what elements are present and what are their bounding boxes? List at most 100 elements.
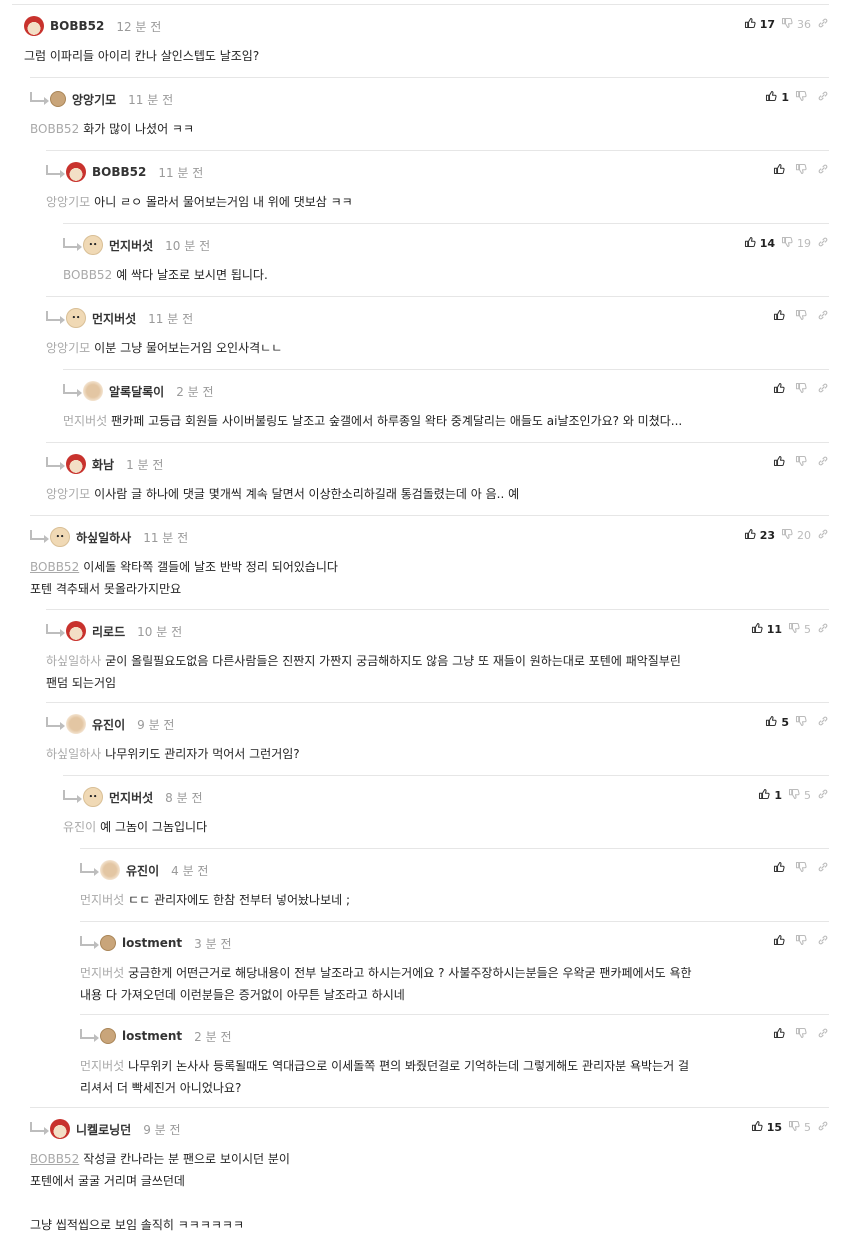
upvote-button[interactable] — [773, 1027, 789, 1042]
upvote-button[interactable]: 17 — [744, 17, 775, 32]
author-nickname[interactable]: BOBB52 — [92, 165, 146, 179]
upvote-button[interactable] — [773, 861, 789, 876]
mention-link[interactable]: 유진이 — [63, 820, 96, 834]
author-nickname[interactable]: 니켈로닝던 — [76, 1121, 131, 1138]
thumbs-up-icon — [773, 309, 785, 324]
author-nickname[interactable]: 먼지버섯 — [109, 237, 153, 254]
mention-link[interactable]: 하싶일하사 — [46, 654, 101, 668]
mention-link[interactable]: 먼지버섯 — [63, 414, 107, 428]
thumbs-up-icon — [744, 17, 756, 32]
comment-item: 하싶일하사 11 분 전 23 20 BOBB52 이세돌 왁타쪽 갤들에 날조 반박 정… — [30, 515, 829, 600]
downvote-button[interactable] — [795, 382, 811, 397]
avatar[interactable] — [83, 235, 103, 255]
link-icon[interactable] — [817, 715, 829, 730]
upvote-button[interactable]: 1 — [758, 788, 782, 803]
avatar[interactable] — [83, 381, 103, 401]
link-icon[interactable] — [817, 163, 829, 178]
link-icon[interactable] — [817, 1120, 829, 1135]
upvote-button[interactable]: 23 — [744, 528, 775, 543]
downvote-button[interactable]: 19 — [781, 236, 811, 251]
author-nickname[interactable]: 먼지버섯 — [109, 789, 153, 806]
avatar[interactable] — [66, 454, 86, 474]
author-nickname[interactable]: 화남 — [92, 456, 114, 473]
link-icon[interactable] — [817, 455, 829, 470]
author-nickname[interactable]: 먼지버섯 — [92, 310, 136, 327]
author-nickname[interactable]: 유진이 — [92, 716, 125, 733]
link-icon[interactable] — [817, 382, 829, 397]
author-nickname[interactable]: lostment — [122, 1029, 182, 1043]
link-icon[interactable] — [817, 1027, 829, 1042]
thumbs-down-icon — [795, 90, 807, 105]
upvote-button[interactable] — [773, 934, 789, 949]
upvote-button[interactable]: 5 — [765, 715, 789, 730]
avatar[interactable] — [50, 91, 66, 107]
mention-link[interactable]: 앙앙기모 — [46, 195, 90, 209]
author-nickname[interactable]: 하싶일하사 — [76, 529, 131, 546]
mention-link[interactable]: BOBB52 — [63, 268, 112, 282]
link-icon[interactable] — [817, 528, 829, 543]
comment-text: 나무위키 논사사 등록될때도 역대급으로 이세돌쪽 편의 봐줬던걸로 기억하는데… — [80, 1059, 690, 1095]
mention-link[interactable]: 하싶일하사 — [46, 747, 101, 761]
comment-time: 3 분 전 — [194, 936, 232, 951]
comment-actions: 5 — [765, 715, 829, 730]
link-icon[interactable] — [817, 90, 829, 105]
avatar[interactable] — [83, 787, 103, 807]
downvote-count: 5 — [804, 1121, 811, 1134]
avatar[interactable] — [66, 714, 86, 734]
downvote-button[interactable] — [795, 861, 811, 876]
author-nickname[interactable]: lostment — [122, 936, 182, 950]
link-icon[interactable] — [817, 861, 829, 876]
mention-link[interactable]: 먼지버섯 — [80, 966, 124, 980]
author-nickname[interactable]: 리로드 — [92, 623, 125, 640]
upvote-button[interactable]: 15 — [751, 1120, 782, 1135]
avatar[interactable] — [100, 935, 116, 951]
downvote-button[interactable]: 36 — [781, 17, 811, 32]
avatar[interactable] — [66, 162, 86, 182]
link-icon[interactable] — [817, 236, 829, 251]
upvote-button[interactable]: 14 — [744, 236, 775, 251]
downvote-button[interactable]: 5 — [788, 1120, 811, 1135]
upvote-button[interactable] — [773, 382, 789, 397]
author-nickname[interactable]: 유진이 — [126, 862, 159, 879]
downvote-button[interactable]: 5 — [788, 788, 811, 803]
downvote-button[interactable] — [795, 455, 811, 470]
link-icon[interactable] — [817, 788, 829, 803]
downvote-button[interactable] — [795, 309, 811, 324]
avatar[interactable] — [100, 1028, 116, 1044]
avatar[interactable] — [24, 16, 44, 36]
link-icon[interactable] — [817, 17, 829, 32]
mention-link[interactable]: 앙앙기모 — [46, 341, 90, 355]
downvote-button[interactable] — [795, 90, 811, 105]
avatar[interactable] — [50, 1119, 70, 1139]
author-nickname[interactable]: 앙앙기모 — [72, 91, 116, 108]
link-icon[interactable] — [817, 934, 829, 949]
upvote-button[interactable]: 11 — [751, 622, 782, 637]
downvote-button[interactable]: 20 — [781, 528, 811, 543]
downvote-button[interactable] — [795, 1027, 811, 1042]
comment-header: 먼지버섯 8 분 전15 — [63, 786, 829, 808]
avatar[interactable] — [50, 527, 70, 547]
downvote-button[interactable] — [795, 715, 811, 730]
mention-link[interactable]: 앙앙기모 — [46, 487, 90, 501]
mention-link[interactable]: 먼지버섯 — [80, 893, 124, 907]
upvote-button[interactable] — [773, 455, 789, 470]
link-icon[interactable] — [817, 309, 829, 324]
mention-link[interactable]: BOBB52 — [30, 122, 79, 136]
comment-header: 유진이 4 분 전 — [80, 859, 829, 881]
mention-link[interactable]: BOBB52 — [30, 560, 79, 574]
upvote-button[interactable] — [773, 163, 789, 178]
upvote-button[interactable] — [773, 309, 789, 324]
mention-link[interactable]: BOBB52 — [30, 1152, 79, 1166]
downvote-button[interactable] — [795, 163, 811, 178]
link-icon[interactable] — [817, 622, 829, 637]
mention-link[interactable]: 먼지버섯 — [80, 1059, 124, 1073]
avatar[interactable] — [100, 860, 120, 880]
avatar[interactable] — [66, 621, 86, 641]
author-nickname[interactable]: 알록달록이 — [109, 383, 164, 400]
upvote-button[interactable]: 1 — [765, 90, 789, 105]
downvote-button[interactable] — [795, 934, 811, 949]
avatar[interactable] — [66, 308, 86, 328]
downvote-button[interactable]: 5 — [788, 622, 811, 637]
comment-body: 먼지버섯 궁금한게 어떤근거로 해당내용이 전부 날조라고 하시는거에요 ? 사불… — [80, 962, 829, 1006]
author-nickname[interactable]: BOBB52 — [50, 19, 104, 33]
